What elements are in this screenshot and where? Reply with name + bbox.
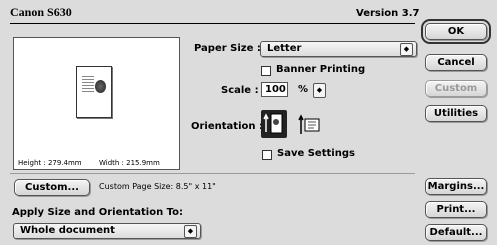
scale-value: 100 — [265, 84, 286, 95]
ok-button[interactable]: OK — [421, 19, 491, 44]
scale-stepper[interactable]: ◆ — [313, 83, 326, 98]
custom-button[interactable]: Custom — [425, 80, 487, 97]
scale-unit: % — [298, 84, 309, 95]
cancel-button[interactable]: Cancel — [425, 54, 487, 71]
preview-width-label: Width : 215.9mm — [99, 159, 160, 167]
paper-size-popup[interactable]: Letter ◆ — [260, 41, 417, 57]
version-label: Version 3.7 — [356, 8, 420, 19]
margins-button[interactable]: Margins... — [425, 178, 487, 195]
default-button[interactable]: Default... — [425, 224, 487, 241]
printer-name: Canon S630 — [10, 5, 72, 19]
apply-size-popup[interactable]: Whole document ◆ — [13, 223, 201, 239]
print-button[interactable]: Print... — [425, 201, 487, 218]
page-preview: Height : 279.4mm Width : 215.9mm — [13, 37, 180, 170]
save-settings-label: Save Settings — [277, 148, 355, 159]
title-divider — [10, 23, 415, 24]
utilities-button[interactable]: Utilities — [425, 105, 487, 122]
paper-size-label: Paper Size : — [194, 43, 261, 54]
landscape-orientation-icon[interactable] — [297, 112, 323, 138]
banner-printing-checkbox[interactable] — [261, 66, 271, 76]
section-divider — [10, 173, 415, 174]
custom-page-size-button[interactable]: Custom... — [14, 179, 90, 196]
paper-size-value: Letter — [267, 43, 302, 54]
portrait-orientation-icon[interactable] — [261, 110, 287, 138]
save-settings-checkbox[interactable] — [262, 150, 272, 160]
apply-size-value: Whole document — [20, 225, 115, 236]
banner-printing-label: Banner Printing — [276, 64, 366, 75]
thumbnail-text-lines — [82, 76, 94, 94]
thumbnail-globe-image — [95, 80, 106, 93]
scale-label: Scale : — [221, 85, 259, 96]
custom-page-size-text: Custom Page Size: 8.5" x 11" — [99, 182, 216, 191]
scale-input[interactable]: 100 — [261, 82, 288, 97]
preview-height-label: Height : 279.4mm — [18, 159, 82, 167]
apply-size-label: Apply Size and Orientation To: — [12, 207, 184, 218]
page-thumbnail — [76, 66, 112, 118]
orientation-label: Orientation : — [191, 121, 263, 132]
popup-arrows-icon: ◆ — [400, 43, 413, 56]
popup-arrows-icon: ◆ — [184, 225, 197, 238]
